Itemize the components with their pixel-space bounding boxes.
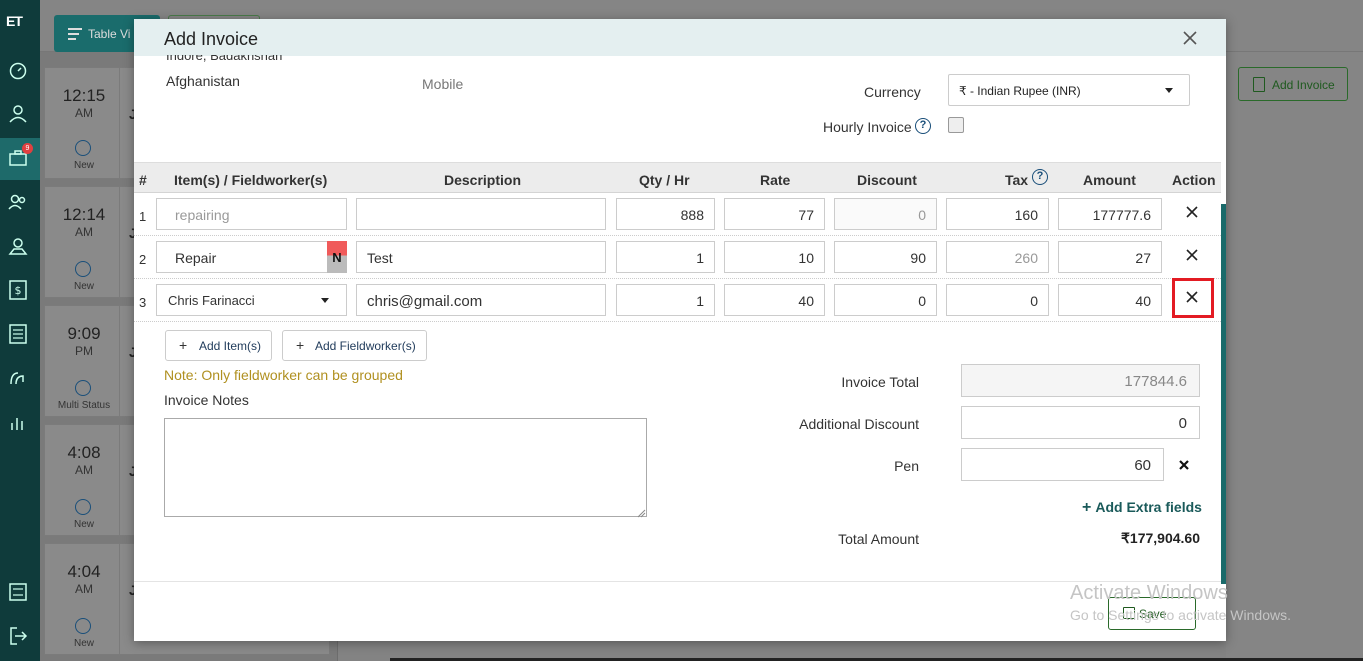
amount-input[interactable]: 40: [1058, 284, 1162, 316]
help-icon[interactable]: ?: [915, 118, 931, 134]
user-icon[interactable]: [7, 103, 29, 125]
remove-row-icon[interactable]: [1185, 290, 1199, 304]
chevron-down-icon: [321, 298, 329, 303]
add-item-button[interactable]: + Add Item(s): [165, 330, 272, 361]
discount-input[interactable]: 0: [834, 284, 937, 316]
invoice-total-field: 177844.6: [961, 364, 1200, 397]
add-extra-fields-link[interactable]: + Add Extra fields: [1082, 499, 1202, 517]
filter-lines-icon: [68, 28, 82, 43]
team-icon[interactable]: [7, 191, 29, 213]
hourly-invoice-label: Hourly Invoice: [823, 119, 912, 135]
remove-field-icon[interactable]: [1178, 459, 1190, 471]
item-input[interactable]: Repair: [156, 241, 347, 273]
multi-status-icon: [75, 380, 91, 396]
plus-icon: +: [1082, 499, 1092, 516]
resize-handle-icon[interactable]: [637, 506, 646, 518]
amount-input[interactable]: 27: [1058, 241, 1162, 273]
plus-icon: +: [179, 337, 188, 353]
remove-row-icon[interactable]: [1185, 205, 1199, 219]
reports-icon[interactable]: [7, 412, 29, 434]
list-icon[interactable]: [7, 323, 29, 345]
fieldworker-select[interactable]: Chris Farinacci: [156, 284, 347, 316]
plus-icon: +: [296, 337, 305, 353]
qty-input[interactable]: 1: [616, 241, 715, 273]
add-file-icon: [1253, 77, 1265, 92]
rate-input[interactable]: 10: [724, 241, 825, 273]
description-input[interactable]: Test: [356, 241, 606, 273]
tax-input[interactable]: 0: [946, 284, 1049, 316]
pen-label: Pen: [894, 458, 919, 474]
total-amount-value: ₹177,904.60: [1121, 530, 1200, 546]
item-input[interactable]: repairing: [156, 198, 347, 230]
remove-row-icon[interactable]: [1185, 248, 1199, 262]
settings-sliders-icon[interactable]: [7, 581, 29, 603]
discount-input[interactable]: 0: [834, 198, 937, 230]
address-line-2: Afghanistan: [166, 73, 240, 89]
dashboard-icon[interactable]: [7, 60, 29, 82]
status-circle-icon: [75, 140, 91, 156]
app-logo: ET: [6, 13, 23, 29]
rate-input[interactable]: 40: [724, 284, 825, 316]
tax-input[interactable]: 260: [946, 241, 1049, 273]
hourly-invoice-checkbox[interactable]: [948, 117, 964, 133]
notification-badge: 9: [22, 143, 33, 154]
qty-input[interactable]: 1: [616, 284, 715, 316]
chevron-down-icon: [1165, 88, 1173, 93]
left-nav: ET 9 $: [0, 0, 40, 661]
dollar-icon[interactable]: $: [7, 279, 29, 301]
svg-text:$: $: [15, 284, 22, 297]
new-item-badge: N: [327, 241, 347, 273]
rate-input[interactable]: 77: [724, 198, 825, 230]
additional-discount-input[interactable]: 0: [961, 406, 1200, 439]
activation-watermark-title: Activate Windows: [1070, 582, 1228, 604]
tax-input[interactable]: 160: [946, 198, 1049, 230]
qty-input[interactable]: 888: [616, 198, 715, 230]
close-icon[interactable]: [1180, 28, 1200, 48]
amount-input[interactable]: 177777.6: [1058, 198, 1162, 230]
location-user-icon[interactable]: [7, 235, 29, 257]
add-invoice-modal: Add Invoice Indore, Badakhshan Add Invoi…: [134, 19, 1226, 641]
modal-scrollbar[interactable]: [1221, 204, 1226, 584]
items-table-header: # Item(s) / Fieldworker(s) Description Q…: [134, 162, 1221, 193]
status-circle-icon: [75, 499, 91, 515]
activation-watermark-subtitle: Go to Settings to activate Windows.: [1070, 607, 1291, 623]
invoice-notes-textarea[interactable]: [164, 418, 647, 517]
currency-select[interactable]: ₹ - Indian Rupee (INR): [948, 74, 1190, 106]
tax-help-icon[interactable]: ?: [1032, 169, 1048, 185]
mobile-label: Mobile: [422, 76, 464, 92]
discount-input[interactable]: 90: [834, 241, 937, 273]
total-amount-label: Total Amount: [838, 531, 919, 547]
logout-icon[interactable]: [7, 625, 29, 647]
currency-label: Currency: [864, 84, 921, 100]
additional-discount-label: Additional Discount: [799, 416, 919, 432]
status-circle-icon: [75, 618, 91, 634]
background-right-pane: [1226, 52, 1363, 661]
invoice-total-label: Invoice Total: [841, 374, 919, 390]
description-input[interactable]: [356, 198, 606, 230]
invoice-notes-label: Invoice Notes: [164, 392, 249, 408]
status-circle-icon: [75, 261, 91, 277]
grouping-note: Note: Only fieldworker can be grouped: [164, 367, 403, 383]
description-input[interactable]: chris@gmail.com: [356, 284, 606, 316]
add-invoice-button[interactable]: Add Invoice: [1238, 67, 1348, 101]
pen-input[interactable]: 60: [961, 448, 1164, 481]
add-fieldworker-button[interactable]: + Add Fieldworker(s): [282, 330, 427, 361]
chat-icon[interactable]: [7, 368, 29, 390]
